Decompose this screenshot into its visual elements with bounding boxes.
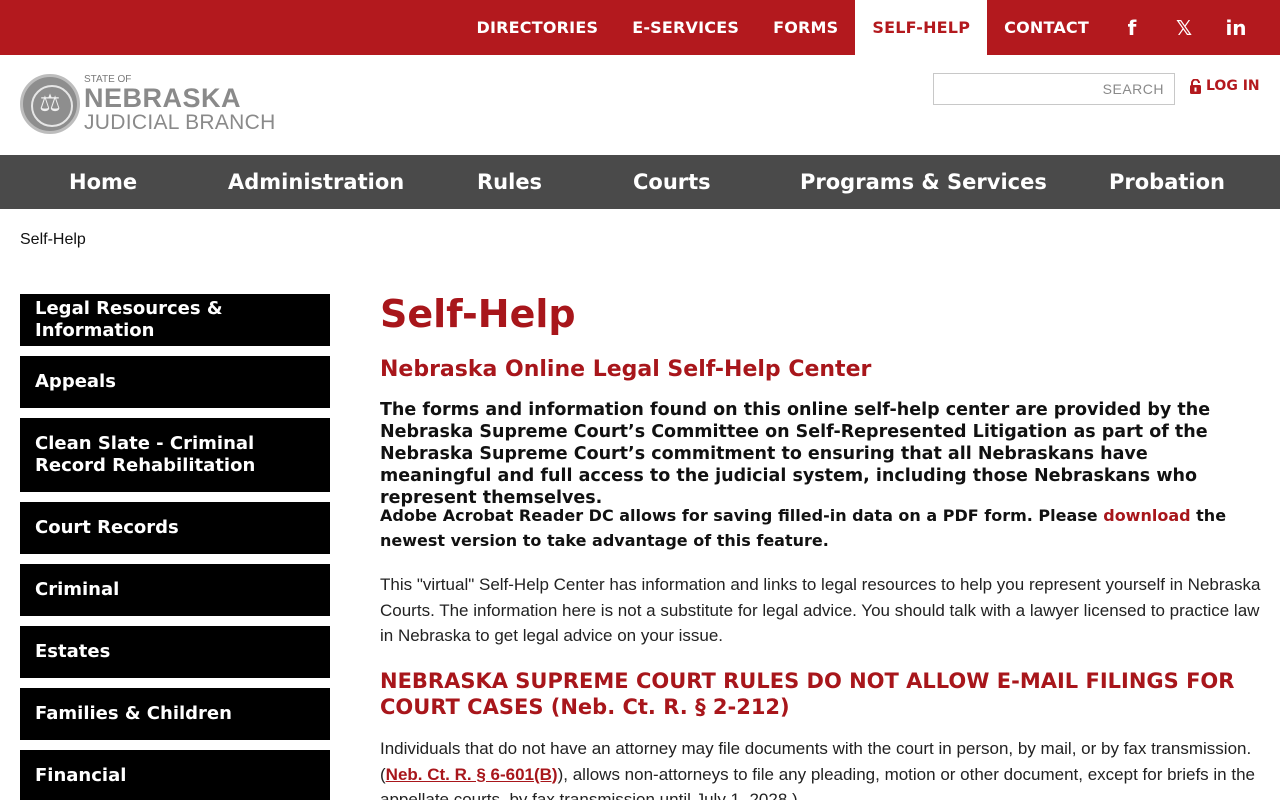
linkedin-icon[interactable]: in — [1210, 0, 1262, 55]
nav-rules[interactable]: Rules — [477, 155, 542, 209]
rule-6-601-link[interactable]: Neb. Ct. R. § 6-601(B) — [386, 765, 558, 784]
topnav-contact[interactable]: CONTACT — [987, 0, 1106, 55]
fax-filing-paragraph: Individuals that do not have an attorney… — [380, 736, 1265, 800]
top-utility-bar: DIRECTORIES E-SERVICES FORMS SELF-HELP C… — [0, 0, 1280, 55]
nav-home[interactable]: Home — [69, 155, 137, 209]
main-navigation: Home Administration Rules Courts Program… — [0, 155, 1280, 209]
topnav-self-help[interactable]: SELF-HELP — [855, 0, 988, 55]
sidebar-item-clean-slate[interactable]: Clean Slate - Criminal Record Rehabilita… — [20, 418, 330, 492]
topnav-e-services[interactable]: E-SERVICES — [615, 0, 756, 55]
virtual-center-paragraph: This "virtual" Self-Help Center has info… — [380, 575, 1261, 645]
breadcrumb-current: Self-Help — [20, 231, 86, 248]
logo-line-3: JUDICIAL BRANCH — [84, 111, 276, 134]
nav-probation[interactable]: Probation — [1109, 155, 1225, 209]
login-link[interactable]: LOG IN — [1189, 78, 1260, 94]
nav-administration[interactable]: Administration — [228, 155, 404, 209]
nav-programs-services[interactable]: Programs & Services — [800, 155, 1047, 209]
topnav-directories[interactable]: DIRECTORIES — [460, 0, 616, 55]
sidebar-item-criminal[interactable]: Criminal — [20, 564, 330, 616]
intro-paragraph: The forms and information found on this … — [380, 400, 1211, 508]
site-logo[interactable]: STATE OF NEBRASKA JUDICIAL BRANCH — [20, 72, 280, 136]
acrobat-notice: Adobe Acrobat Reader DC allows for savin… — [380, 503, 1265, 553]
facebook-icon[interactable]: f — [1106, 0, 1158, 55]
lock-icon — [1190, 78, 1201, 94]
search-input[interactable] — [933, 73, 1175, 105]
breadcrumb: Self-Help — [20, 231, 86, 249]
logo-text: STATE OF NEBRASKA JUDICIAL BRANCH — [84, 75, 276, 134]
download-link[interactable]: download — [1103, 506, 1190, 525]
state-seal-icon — [20, 74, 80, 134]
page-title: Self-Help — [380, 292, 576, 336]
email-filing-heading: NEBRASKA SUPREME COURT RULES DO NOT ALLO… — [380, 669, 1235, 719]
topnav-forms[interactable]: FORMS — [756, 0, 855, 55]
sidebar-item-families-children[interactable]: Families & Children — [20, 688, 330, 740]
acrobat-text-before: Adobe Acrobat Reader DC allows for savin… — [380, 506, 1104, 525]
sidebar-item-legal-resources[interactable]: Legal Resources & Information — [20, 294, 330, 346]
sidebar-item-estates[interactable]: Estates — [20, 626, 330, 678]
section-subtitle: Nebraska Online Legal Self-Help Center — [380, 357, 872, 382]
sidebar-item-appeals[interactable]: Appeals — [20, 356, 330, 408]
logo-line-2: NEBRASKA — [84, 83, 242, 113]
sidebar-item-financial[interactable]: Financial — [20, 750, 330, 800]
x-icon[interactable]: 𝕏 — [1158, 0, 1210, 55]
sidebar-item-court-records[interactable]: Court Records — [20, 502, 330, 554]
nav-courts[interactable]: Courts — [633, 155, 711, 209]
login-label: LOG IN — [1206, 78, 1260, 94]
utility-nav: DIRECTORIES E-SERVICES FORMS SELF-HELP C… — [460, 0, 1280, 55]
